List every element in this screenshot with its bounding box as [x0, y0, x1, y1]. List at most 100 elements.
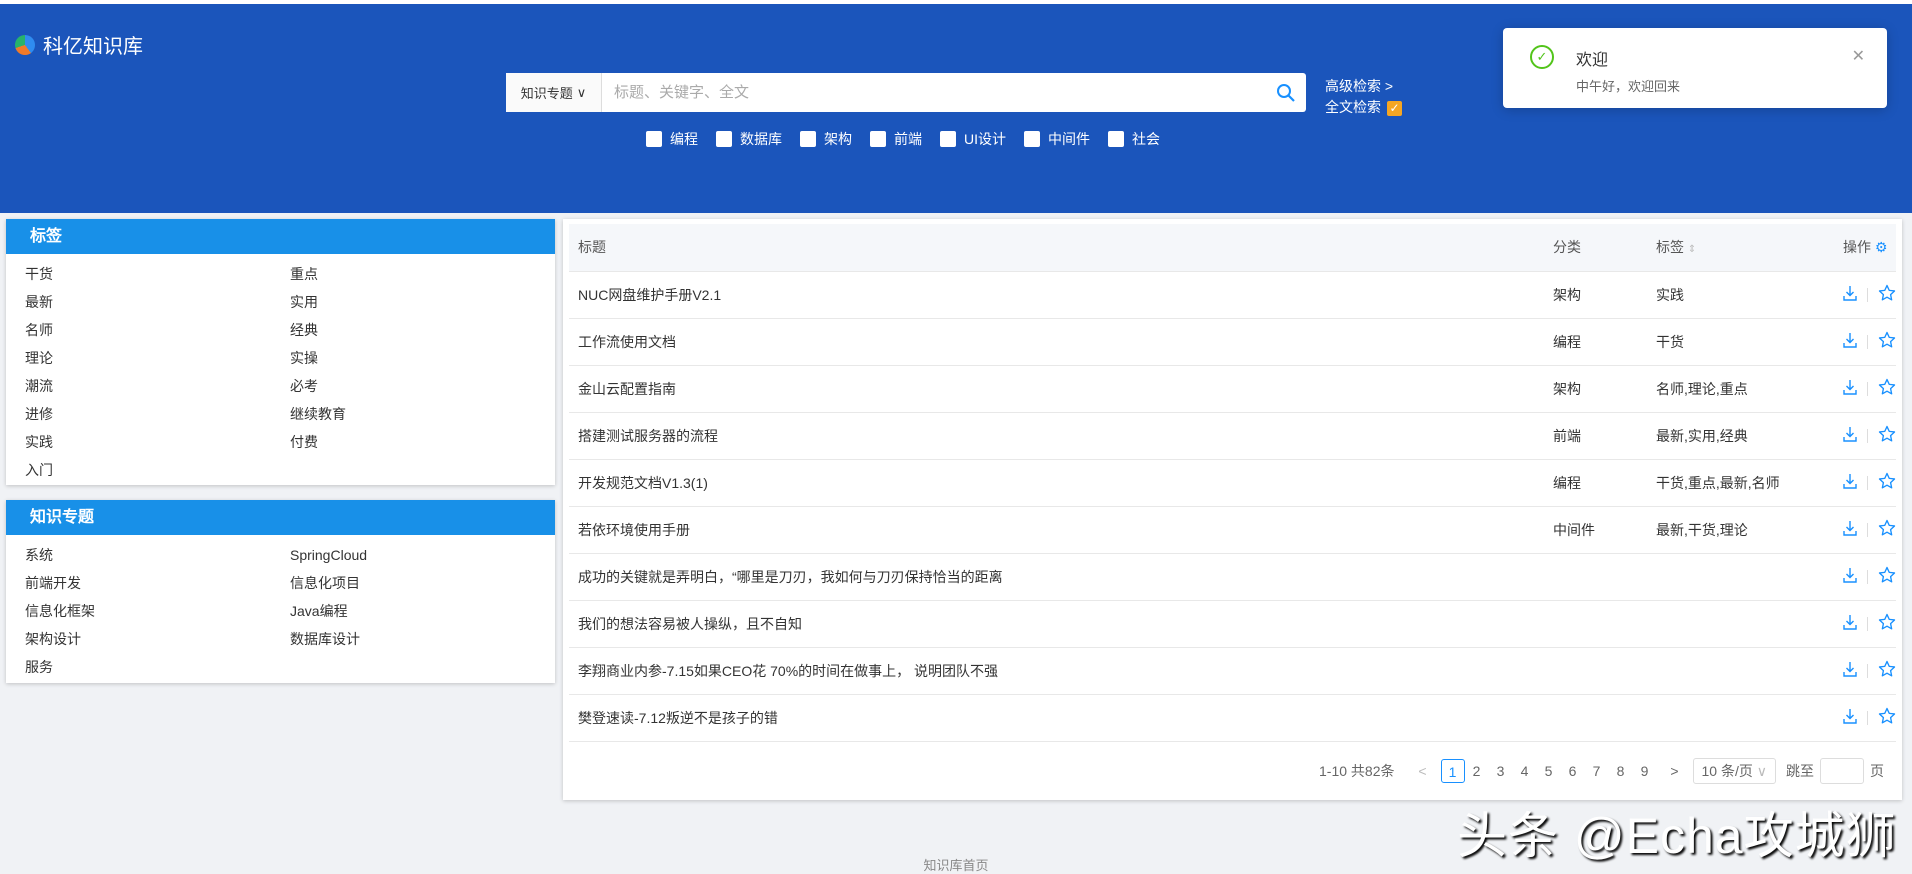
tag-link[interactable]: 入门 — [25, 456, 290, 484]
topic-link[interactable]: 架构设计 — [25, 625, 290, 653]
topic-link[interactable]: 信息化框架 — [25, 597, 290, 625]
page-button[interactable]: 9 — [1633, 759, 1657, 783]
jump-page-input[interactable] — [1820, 758, 1864, 784]
topic-link[interactable]: SpringCloud — [290, 541, 555, 569]
sort-icon[interactable]: ⇕ — [1688, 244, 1696, 255]
page-button[interactable]: 5 — [1537, 759, 1561, 783]
star-icon[interactable] — [1878, 378, 1896, 399]
checkbox-icon[interactable] — [716, 131, 732, 147]
category-checkbox[interactable]: 数据库 — [716, 129, 782, 149]
tag-link[interactable]: 理论 — [25, 344, 290, 372]
download-icon[interactable] — [1843, 661, 1857, 680]
search-icon[interactable] — [1266, 73, 1306, 112]
tag-link[interactable]: 实操 — [290, 344, 555, 372]
tag-link[interactable]: 实践 — [25, 428, 290, 456]
category-checkbox[interactable]: 编程 — [646, 129, 698, 149]
download-icon[interactable] — [1843, 567, 1857, 586]
page-label: 页 — [1870, 763, 1884, 779]
download-icon[interactable] — [1843, 473, 1857, 492]
next-page-button[interactable]: > — [1663, 759, 1687, 783]
page-button[interactable]: 2 — [1465, 759, 1489, 783]
page-button[interactable]: 8 — [1609, 759, 1633, 783]
doc-title[interactable]: 樊登速读-7.12叛逆不是孩子的错 — [569, 694, 1544, 742]
star-icon[interactable] — [1878, 660, 1896, 681]
topic-link[interactable]: 服务 — [25, 653, 290, 681]
star-icon[interactable] — [1878, 425, 1896, 446]
download-icon[interactable] — [1843, 708, 1857, 727]
topic-link[interactable]: 信息化项目 — [290, 569, 555, 597]
star-icon[interactable] — [1878, 707, 1896, 728]
category-filters: 编程 数据库 架构 前端 UI设计 中间件 社会 — [646, 129, 1160, 149]
checkbox-icon[interactable] — [940, 131, 956, 147]
tag-link[interactable]: 最新 — [25, 288, 290, 316]
column-header-category: 分类 — [1544, 224, 1647, 272]
doc-title[interactable]: 搭建测试服务器的流程 — [569, 412, 1544, 460]
page-button[interactable]: 1 — [1440, 759, 1465, 783]
doc-title[interactable]: 我们的想法容易被人操纵，且不自知 — [569, 600, 1544, 648]
download-icon[interactable] — [1843, 520, 1857, 539]
download-icon[interactable] — [1843, 285, 1857, 304]
page-button[interactable]: 4 — [1513, 759, 1537, 783]
star-icon[interactable] — [1878, 331, 1896, 352]
topic-link[interactable]: 前端开发 — [25, 569, 290, 597]
tag-link[interactable]: 经典 — [290, 316, 555, 344]
page-size-select[interactable]: 10 条/页 ∨ — [1692, 758, 1776, 784]
search-input[interactable] — [602, 73, 1266, 112]
topic-link[interactable]: Java编程 — [290, 597, 555, 625]
topic-link[interactable]: 系统 — [25, 541, 290, 569]
column-header-tags[interactable]: 标签 ⇕ — [1647, 224, 1834, 272]
star-icon[interactable] — [1878, 566, 1896, 587]
tag-link[interactable]: 付费 — [290, 428, 555, 456]
doc-title[interactable]: 成功的关键就是弄明白，“哪里是刀刃，我如何与刀刃保持恰当的距离 — [569, 553, 1544, 601]
category-checkbox[interactable]: 中间件 — [1024, 129, 1090, 149]
doc-category: 中间件 — [1544, 506, 1647, 554]
category-checkbox[interactable]: 社会 — [1108, 129, 1160, 149]
category-checkbox[interactable]: UI设计 — [940, 129, 1006, 149]
tag-link[interactable]: 名师 — [25, 316, 290, 344]
download-icon[interactable] — [1843, 332, 1857, 351]
star-icon[interactable] — [1878, 472, 1896, 493]
page-button[interactable]: 6 — [1561, 759, 1585, 783]
checkbox-checked-icon[interactable]: ✓ — [1387, 100, 1402, 116]
download-icon[interactable] — [1843, 426, 1857, 445]
star-icon[interactable] — [1878, 284, 1896, 305]
checkbox-icon[interactable] — [1024, 131, 1040, 147]
tag-link[interactable]: 必考 — [290, 372, 555, 400]
tag-link[interactable]: 重点 — [290, 260, 555, 288]
checkbox-icon[interactable] — [1108, 131, 1124, 147]
scope-select[interactable]: 知识专题 ∨ — [506, 73, 602, 112]
checkbox-icon[interactable] — [646, 131, 662, 147]
fulltext-search-toggle[interactable]: 全文检索 ✓ — [1325, 97, 1402, 118]
doc-title[interactable]: NUC网盘维护手册V2.1 — [569, 271, 1544, 319]
star-icon[interactable] — [1878, 613, 1896, 634]
doc-title[interactable]: 若依环境使用手册 — [569, 506, 1544, 554]
advanced-search-link[interactable]: 高级检索 > — [1325, 76, 1402, 97]
footer-link[interactable]: 知识库首页 — [0, 855, 1912, 874]
star-icon[interactable] — [1878, 519, 1896, 540]
tag-link[interactable]: 潮流 — [25, 372, 290, 400]
doc-title[interactable]: 李翔商业内参-7.15如果CEO花 70%的时间在做事上， 说明团队不强 — [569, 647, 1544, 695]
checkbox-icon[interactable] — [870, 131, 886, 147]
topic-link[interactable]: 数据库设计 — [290, 625, 555, 653]
logo-text: 科亿知识库 — [43, 36, 143, 58]
doc-tags: 最新,干货,理论 — [1647, 506, 1834, 554]
doc-title[interactable]: 金山云配置指南 — [569, 365, 1544, 413]
doc-title[interactable]: 开发规范文档V1.3(1) — [569, 459, 1544, 507]
gear-icon[interactable]: ⚙ — [1875, 239, 1888, 255]
logo[interactable]: 科亿知识库 — [15, 30, 143, 59]
page-button[interactable]: 3 — [1489, 759, 1513, 783]
checkbox-icon[interactable] — [800, 131, 816, 147]
page-button[interactable]: 7 — [1585, 759, 1609, 783]
page-size-value: 10 条/页 — [1701, 763, 1753, 779]
tag-link[interactable]: 进修 — [25, 400, 290, 428]
close-icon[interactable]: ✕ — [1852, 46, 1865, 66]
category-checkbox[interactable]: 架构 — [800, 129, 852, 149]
category-checkbox[interactable]: 前端 — [870, 129, 922, 149]
tag-link[interactable]: 继续教育 — [290, 400, 555, 428]
download-icon[interactable] — [1843, 379, 1857, 398]
download-icon[interactable] — [1843, 614, 1857, 633]
tag-link[interactable]: 干货 — [25, 260, 290, 288]
tag-link[interactable]: 实用 — [290, 288, 555, 316]
doc-title[interactable]: 工作流使用文档 — [569, 318, 1544, 366]
prev-page-button[interactable]: < — [1411, 759, 1435, 783]
